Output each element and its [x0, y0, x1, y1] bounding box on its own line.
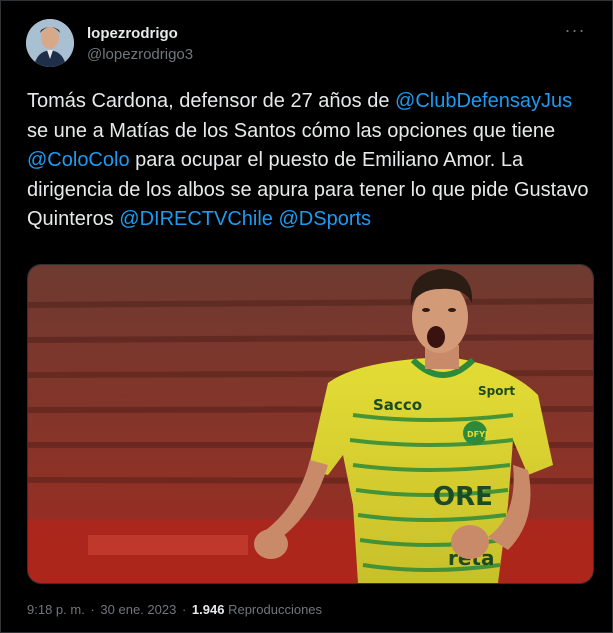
avatar[interactable] [26, 19, 74, 67]
tweet-text-segment: Tomás Cardona, defensor de 27 años de [27, 90, 396, 112]
more-options-icon[interactable]: ··· [562, 21, 588, 43]
author-info: lopezrodrigo @lopezrodrigo3 [87, 25, 193, 65]
jersey-text: Sacco [373, 396, 422, 414]
jersey-crest-text: DFYJ [467, 430, 488, 439]
tweet-time[interactable]: 9:18 p. m. [27, 602, 85, 617]
mention-colocolo[interactable]: @ColoColo [27, 149, 130, 171]
mention-dsports[interactable]: @DSports [279, 208, 372, 230]
views-count: 1.946 [191, 602, 225, 617]
footer-separator: · [90, 602, 95, 617]
tweet-header: lopezrodrigo @lopezrodrigo3 ··· [26, 19, 594, 71]
views-label: Reproducciones [228, 602, 323, 617]
tweet-date[interactable]: 30 ene. 2023 [100, 602, 176, 617]
author-display-name[interactable]: lopezrodrigo [87, 25, 193, 43]
footer-separator: · [181, 602, 187, 617]
tweet-text: Tomás Cardona, defensor de 27 años de @C… [27, 87, 597, 235]
mention-club-defensa[interactable]: @ClubDefensayJus [395, 90, 572, 112]
mention-directvchile[interactable]: @DIRECTVChile [119, 208, 273, 230]
tweet-footer: 9:18 p. m. · 30 ene. 2023 · 1.946 Reprod… [27, 601, 322, 619]
author-handle[interactable]: @lopezrodrigo3 [87, 45, 193, 65]
tweet-photo[interactable]: Sacco Sport DFYJ ORE reta [27, 264, 594, 584]
jersey-sponsor-text: ORE [433, 482, 493, 512]
jersey-text: Sport [478, 384, 515, 398]
tweet-text-segment: se une a Matías de los Santos cómo las o… [27, 119, 556, 142]
tweet-card: lopezrodrigo @lopezrodrigo3 ··· Tomás Ca… [0, 0, 613, 633]
